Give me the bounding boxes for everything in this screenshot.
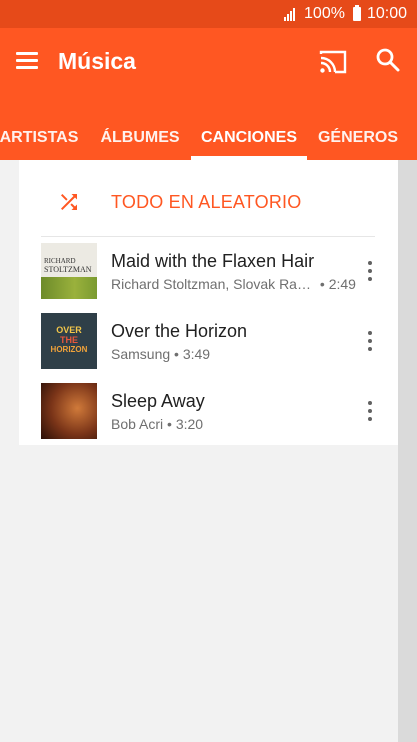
tab-artistas[interactable]: ARTISTAS [0, 116, 82, 160]
album-art-text: RICHARD [44, 257, 76, 265]
album-art-text: THE [60, 335, 78, 345]
clock: 10:00 [366, 5, 407, 22]
battery-percent: 100% [304, 5, 345, 22]
song-artist: Bob Acri [111, 416, 164, 432]
more-options-icon[interactable] [361, 329, 379, 353]
song-title: Sleep Away [111, 391, 205, 411]
tab-canciones[interactable]: CANCIONES [191, 116, 307, 160]
more-options-icon[interactable] [361, 259, 379, 283]
tab-albumes[interactable]: ÁLBUMES [96, 116, 184, 160]
song-artist: Samsung [111, 346, 171, 362]
battery-icon [352, 5, 361, 21]
album-art-text: HORIZON [50, 345, 88, 354]
cast-icon[interactable] [318, 48, 348, 76]
shuffle-icon [61, 194, 77, 210]
divider [41, 236, 375, 237]
more-options-icon[interactable] [361, 399, 379, 423]
song-row[interactable]: RICHARD STOLTZMAN Maid with the Flaxen H… [19, 243, 398, 303]
signal-icon [284, 7, 298, 21]
song-row[interactable]: OVER THE HORIZON Over the Horizon Samsun… [19, 313, 398, 373]
album-art [41, 383, 97, 439]
tab-bar: ARTISTAS ÁLBUMES CANCIONES GÉNEROS [0, 116, 417, 160]
song-duration: 3:49 [182, 346, 211, 362]
separator: • [163, 416, 176, 432]
album-art-text: STOLTZMAN [44, 265, 92, 274]
song-subtitle: Samsung • 3:49 [111, 346, 210, 362]
song-title: Over the Horizon [111, 321, 248, 341]
song-title: Maid with the Flaxen Hair [111, 251, 315, 271]
song-duration: 3:20 [175, 416, 204, 432]
status-bar: 100% 10:00 [0, 0, 417, 28]
shuffle-label: TODO EN ALEATORIO [111, 192, 302, 212]
tab-generos[interactable]: GÉNEROS [315, 116, 401, 160]
album-art: OVER THE HORIZON [41, 313, 97, 369]
album-art-text: OVER [56, 325, 82, 335]
album-art: RICHARD STOLTZMAN [41, 243, 97, 299]
song-artist: Richard Stoltzman, Slovak Radi... [111, 276, 316, 292]
shuffle-all-button[interactable]: TODO EN ALEATORIO [19, 178, 398, 228]
scrollbar[interactable] [398, 160, 417, 742]
search-icon[interactable] [374, 46, 402, 74]
song-duration: 2:49 [328, 276, 356, 292]
song-list: TODO EN ALEATORIO RICHARD STOLTZMAN Maid… [19, 160, 398, 445]
app-bar: Música ARTISTAS ÁLBUMES CANCIONES GÉNERO… [0, 28, 417, 160]
separator: • [170, 346, 183, 362]
song-subtitle: Richard Stoltzman, Slovak Radi... • 2:49 [111, 276, 356, 292]
song-subtitle: Bob Acri • 3:20 [111, 416, 203, 432]
separator: • [316, 276, 329, 292]
menu-icon[interactable] [14, 50, 40, 72]
song-row[interactable]: Sleep Away Bob Acri • 3:20 [19, 383, 398, 443]
app-title: Música [58, 48, 136, 74]
